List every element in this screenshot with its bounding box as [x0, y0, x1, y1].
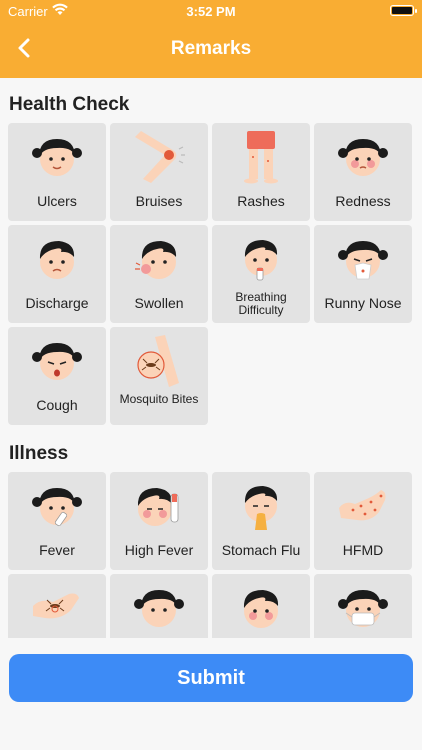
card-redness[interactable]: Redness [314, 123, 412, 221]
boy-face-swollen-icon [135, 241, 177, 279]
card-label: Stomach Flu [221, 542, 301, 558]
card-label: Ulcers [37, 193, 77, 209]
card-fever[interactable]: Fever [8, 472, 106, 570]
card-label: Discharge [25, 295, 89, 311]
section-title-illness: Illness [9, 443, 69, 464]
girl-face-tissue-icon [338, 241, 388, 280]
card-illness-8[interactable] [314, 574, 412, 638]
card-label: Swollen [134, 295, 184, 311]
card-label: High Fever [124, 542, 194, 558]
card-label: Runny Nose [324, 295, 402, 311]
mosquito-arm-icon [137, 335, 179, 387]
boy-face-vomit-icon [244, 486, 278, 530]
card-label: Bruises [135, 193, 183, 209]
card-discharge[interactable]: Discharge [8, 225, 106, 323]
card-illness-6[interactable] [110, 574, 208, 638]
girl-face-icon [32, 139, 82, 176]
remarks-screen: Carrier 3:52 PM Remarks Health Check Ulc… [0, 0, 422, 750]
remarks-scroll-area[interactable]: Health Check Ulcers Bruises Rashes Redne… [0, 78, 422, 638]
girl-face-icon [134, 590, 184, 627]
boy-face-discharge-icon [39, 241, 75, 279]
boy-face-icon [243, 590, 279, 628]
girl-face-cough-icon [32, 343, 82, 380]
card-bruises[interactable]: Bruises [110, 123, 208, 221]
card-hfmd[interactable]: HFMD [314, 472, 412, 570]
girl-face-redness-icon [338, 139, 388, 176]
card-swollen[interactable]: Swollen [110, 225, 208, 323]
section-title-health-check: Health Check [9, 94, 130, 115]
card-rashes[interactable]: Rashes [212, 123, 310, 221]
legs-rash-icon [244, 131, 278, 184]
card-label: Mosquito Bites [119, 392, 199, 406]
status-bar: Carrier 3:52 PM [0, 0, 422, 22]
boy-face-high-fever-icon [137, 488, 179, 526]
header-bar: Carrier 3:52 PM Remarks [0, 0, 422, 78]
card-runny-nose[interactable]: Runny Nose [314, 225, 412, 323]
status-time: 3:52 PM [186, 4, 236, 19]
card-label: Rashes [237, 193, 285, 209]
card-cough[interactable]: Cough [8, 327, 106, 425]
card-label: Cough [36, 397, 78, 413]
hand-spots-icon [339, 490, 386, 521]
card-mosquito-bites[interactable]: Mosquito Bites [110, 327, 208, 425]
card-label: Fever [39, 542, 75, 558]
card-illness-7[interactable] [212, 574, 310, 638]
card-label: HFMD [342, 542, 384, 558]
page-title: Remarks [170, 38, 252, 59]
mosquito-hand-icon [33, 593, 79, 619]
bruised-arm-icon [135, 131, 185, 183]
card-label: Redness [335, 193, 391, 209]
card-illness-5[interactable] [8, 574, 106, 638]
submit-button[interactable]: Submit [9, 654, 413, 702]
boy-face-breathing-icon [244, 240, 278, 281]
card-stomach-flu[interactable]: Stomach Flu [212, 472, 310, 570]
battery-icon [390, 5, 417, 16]
footer: Submit [0, 638, 422, 750]
girl-face-thermometer-icon [32, 488, 82, 527]
card-high-fever[interactable]: High Fever [110, 472, 208, 570]
card-label: Breathing Difficulty [235, 290, 287, 317]
card-breathing-difficulty[interactable]: Breathing Difficulty [212, 225, 310, 323]
girl-face-mask-icon [338, 590, 388, 627]
card-ulcers[interactable]: Ulcers [8, 123, 106, 221]
